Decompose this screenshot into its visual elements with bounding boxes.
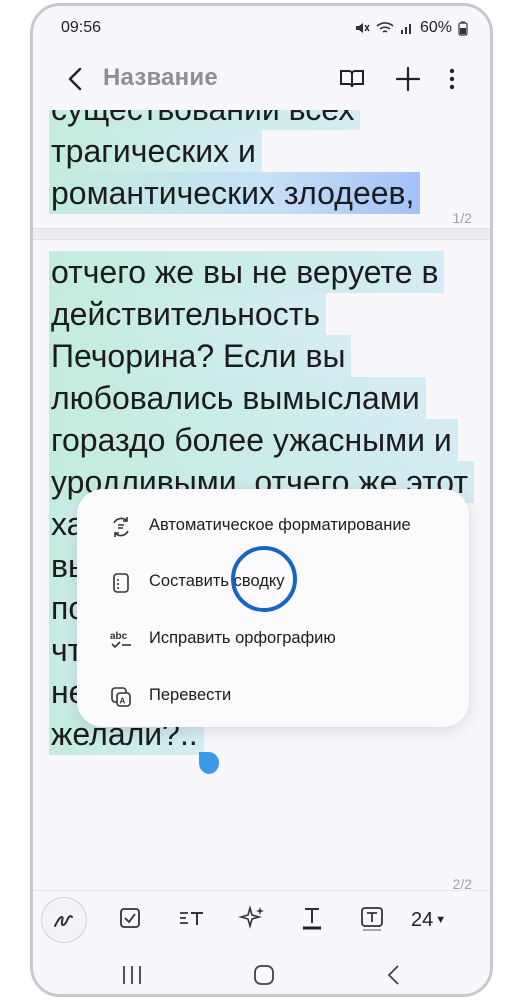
font-size-dropdown[interactable]: 24 ▼	[411, 909, 446, 932]
add-icon[interactable]	[393, 64, 423, 94]
battery-icon	[458, 21, 468, 36]
text-style-icon[interactable]	[177, 903, 207, 933]
status-bar: 09:56 60%	[33, 6, 490, 50]
phone-frame: 09:56 60% Название трагических и романти…	[30, 3, 493, 997]
signal-icon	[400, 24, 411, 34]
back-nav-icon[interactable]	[381, 962, 407, 988]
menu-item-label: Перевести	[149, 686, 232, 704]
text-line: существовании всех	[49, 110, 361, 130]
system-navigation-bar	[33, 948, 490, 994]
text-line: романтических злодеев,	[49, 172, 421, 214]
menu-item-label: Исправить орфографию	[149, 629, 336, 647]
note-title[interactable]: Название	[103, 64, 218, 92]
checkbox-icon[interactable]	[115, 903, 145, 933]
spellcheck-icon: abc	[110, 631, 131, 649]
note-page-1[interactable]: существовании всех трагических и романти…	[33, 110, 490, 228]
summary-icon	[113, 573, 129, 593]
touch-indicator	[231, 546, 297, 612]
back-arrow-icon[interactable]	[61, 64, 91, 94]
mute-icon	[355, 23, 370, 33]
page-divider	[33, 228, 490, 240]
status-icons: 60%	[354, 19, 468, 37]
pen-mode-button[interactable]	[41, 897, 87, 943]
battery-text: 60%	[419, 19, 452, 36]
home-icon[interactable]	[251, 962, 277, 988]
editor-toolbar: 24 ▼	[33, 890, 490, 949]
text-box-icon[interactable]	[357, 903, 387, 933]
auto-format-icon	[113, 517, 129, 537]
ai-sparkle-icon[interactable]	[237, 903, 267, 933]
font-size-value: 24	[411, 909, 434, 931]
text-format-icon[interactable]	[297, 903, 327, 933]
menu-item-translate[interactable]: A Перевести	[77, 669, 469, 725]
recent-apps-icon[interactable]	[119, 962, 145, 988]
text-line: действительность	[49, 293, 327, 335]
more-options-icon[interactable]	[437, 64, 467, 94]
text-line: трагических и	[49, 130, 262, 172]
pen-icon	[54, 915, 73, 927]
text-line: любовались вымыслами	[49, 377, 426, 419]
menu-item-label: Автоматическое форматирование	[149, 516, 411, 534]
svg-text:A: A	[120, 697, 126, 706]
page-number: 1/2	[452, 210, 472, 226]
book-view-icon[interactable]	[337, 64, 367, 94]
menu-item-spellcheck[interactable]: abc Исправить орфографию	[77, 612, 469, 668]
text-line: Печорина? Если вы	[49, 335, 352, 377]
app-bar: Название	[33, 50, 490, 110]
status-time: 09:56	[61, 19, 102, 36]
selection-handle[interactable]	[199, 752, 219, 774]
svg-text:abc: abc	[110, 631, 128, 642]
text-line: гораздо более ужасными и	[49, 419, 458, 461]
chevron-down-icon: ▼	[435, 914, 447, 926]
translate-icon: A	[111, 687, 131, 707]
text-line: отчего же вы не веруете в	[49, 251, 445, 293]
wifi-icon	[376, 22, 394, 33]
